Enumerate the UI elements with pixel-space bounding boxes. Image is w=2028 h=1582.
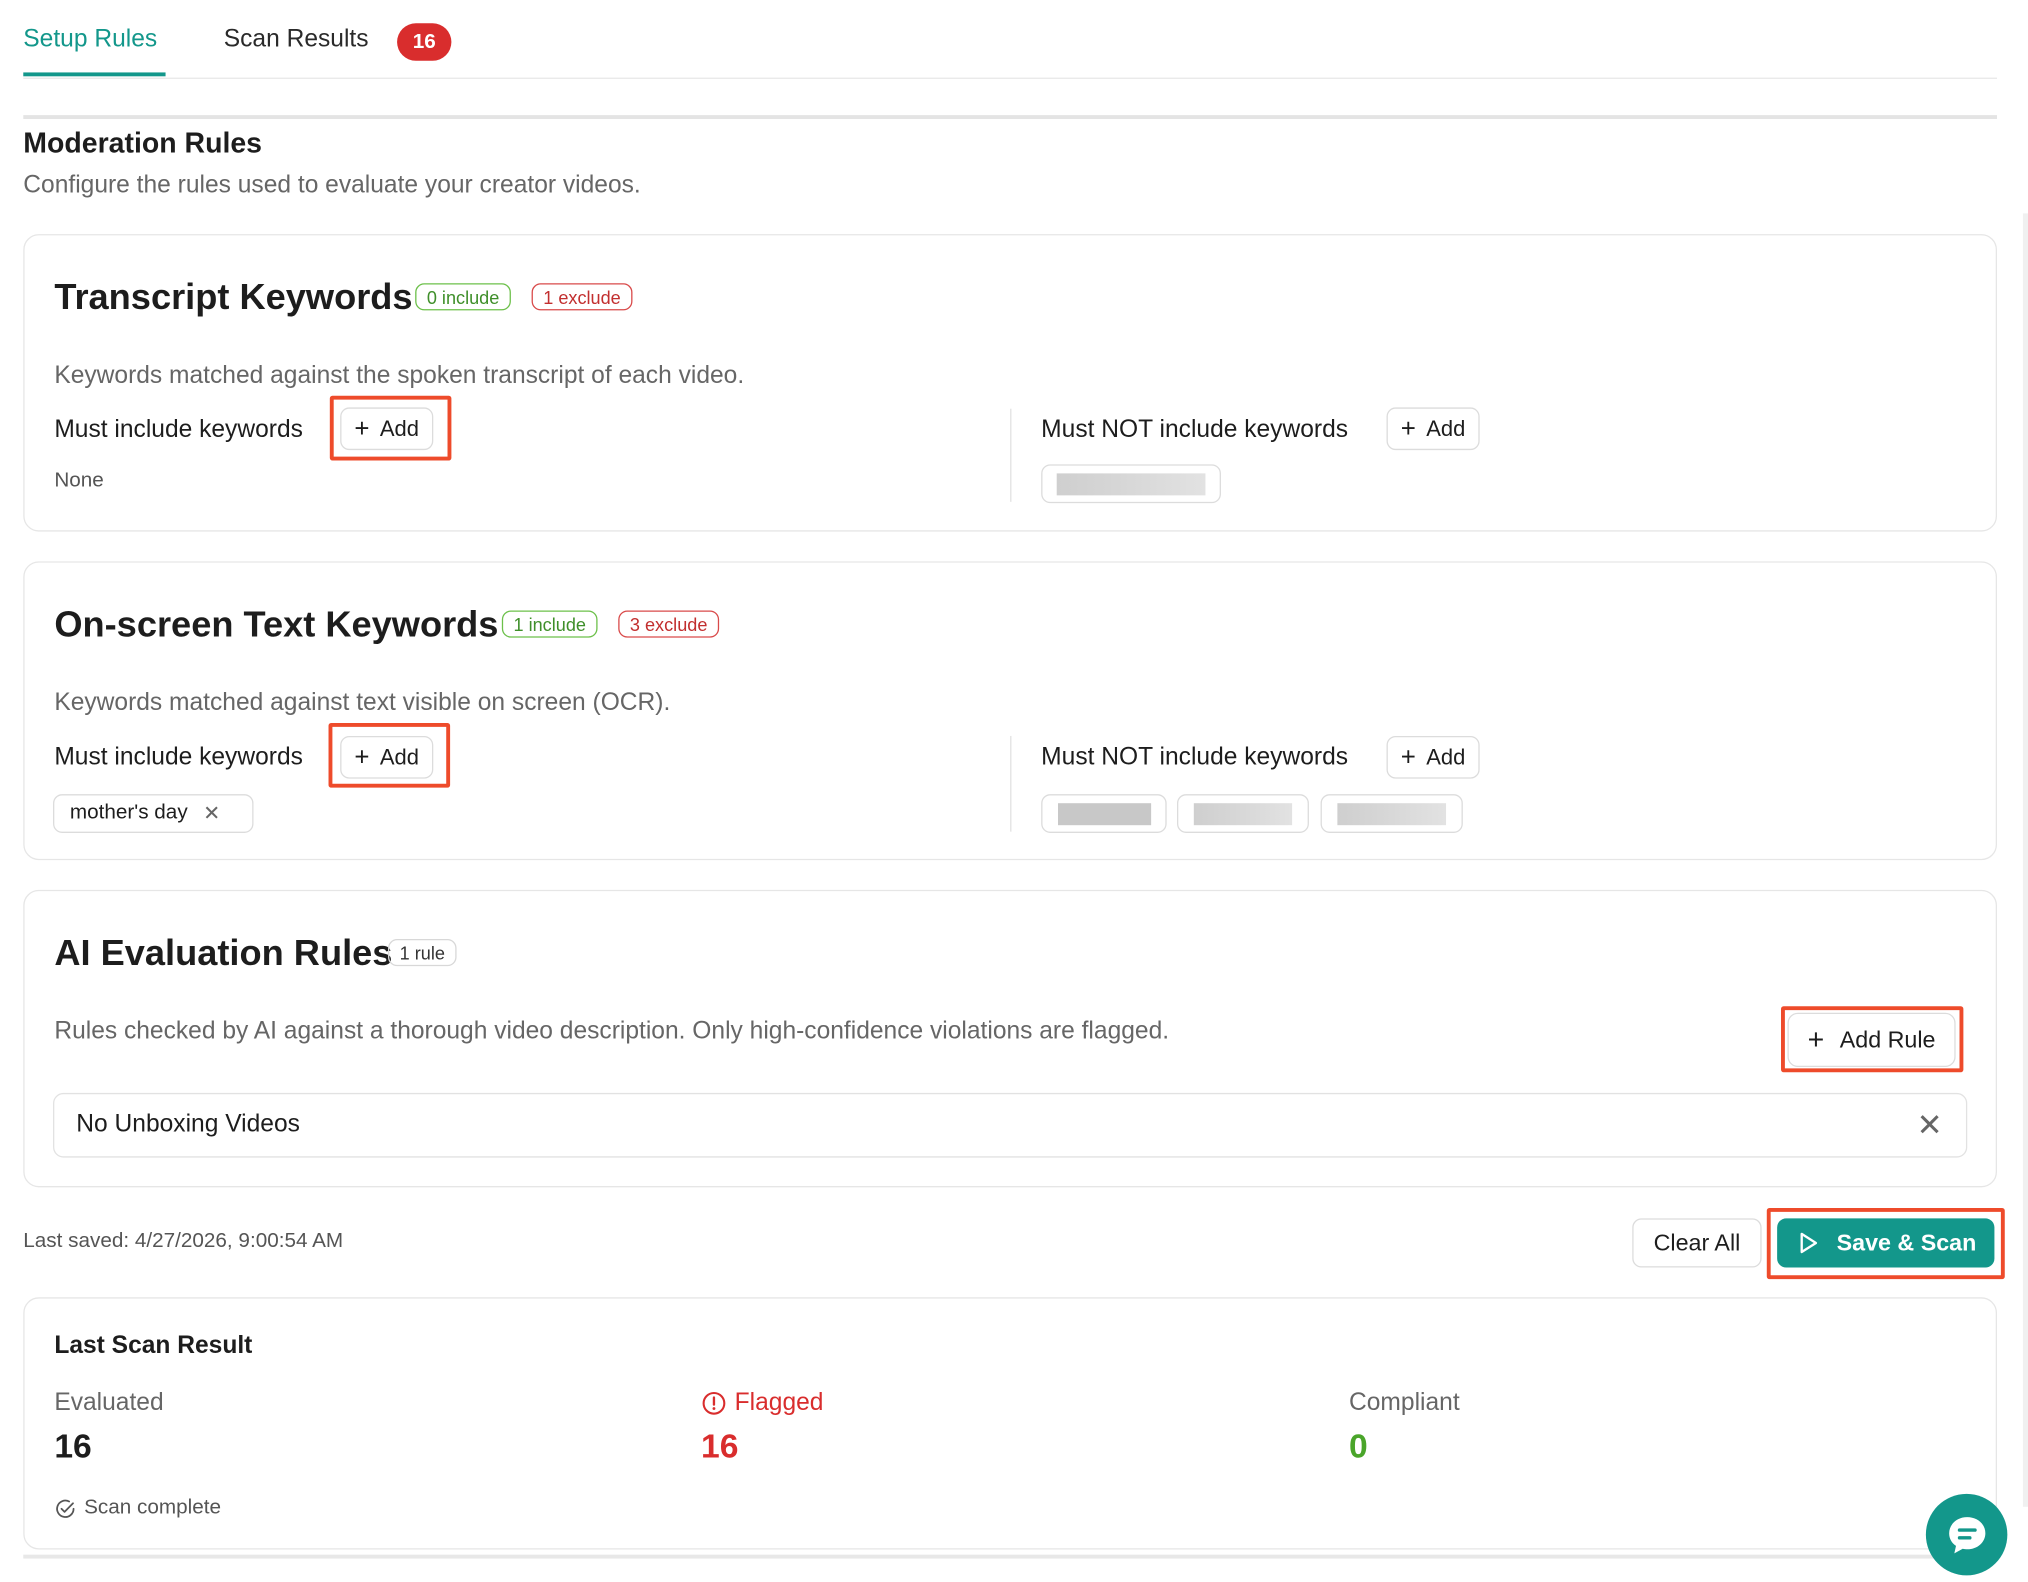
scan-status: Scan complete bbox=[54, 1496, 221, 1519]
ai-rules-title: AI Evaluation Rules bbox=[54, 932, 393, 973]
tab-scan-results[interactable]: Scan Results bbox=[224, 26, 369, 54]
include-count-pill: 1 include bbox=[501, 610, 598, 638]
column-divider bbox=[1010, 735, 1012, 832]
bottom-divider bbox=[23, 1554, 1998, 1559]
last-scan-result-title: Last Scan Result bbox=[54, 1332, 253, 1360]
add-label: Add bbox=[379, 744, 419, 769]
scrollbar-track[interactable] bbox=[2022, 213, 2028, 1507]
compliant-label: Compliant bbox=[1349, 1389, 1460, 1417]
redacted-keyword-chip[interactable] bbox=[1041, 794, 1167, 833]
ai-rule-item: No Unboxing Videos ✕ bbox=[53, 1092, 1968, 1158]
must-not-include-label: Must NOT include keywords bbox=[1041, 416, 1349, 444]
check-circle-icon bbox=[56, 1499, 75, 1518]
redacted-keyword-chip[interactable] bbox=[1320, 794, 1463, 833]
redacted-keyword-chip[interactable] bbox=[1176, 794, 1309, 833]
save-and-scan-label: Save & Scan bbox=[1836, 1229, 1977, 1256]
clear-all-button[interactable]: Clear All bbox=[1632, 1218, 1762, 1268]
redacted-keyword-text bbox=[1057, 802, 1151, 825]
last-saved-timestamp: Last saved: 4/27/2026, 9:00:54 AM bbox=[23, 1230, 344, 1253]
compliant-value: 0 bbox=[1349, 1426, 1368, 1466]
transcript-description: Keywords matched against the spoken tran… bbox=[54, 362, 745, 390]
redacted-keyword-text bbox=[1193, 802, 1293, 825]
ai-rules-description: Rules checked by AI against a thorough v… bbox=[54, 1017, 1170, 1046]
flagged-value: 16 bbox=[701, 1426, 739, 1466]
add-include-keyword-button[interactable]: + Add bbox=[340, 407, 434, 451]
add-exclude-keyword-button[interactable]: + Add bbox=[1386, 735, 1480, 779]
close-icon[interactable]: ✕ bbox=[203, 801, 220, 827]
evaluated-value: 16 bbox=[54, 1426, 92, 1466]
scan-status-text: Scan complete bbox=[84, 1496, 221, 1519]
must-include-label: Must include keywords bbox=[54, 743, 303, 771]
compliant-label-text: Compliant bbox=[1349, 1389, 1460, 1417]
onscreen-description: Keywords matched against text visible on… bbox=[54, 689, 671, 717]
close-icon[interactable]: ✕ bbox=[1917, 1107, 1943, 1145]
ai-rule-text: No Unboxing Videos bbox=[76, 1111, 300, 1139]
page-subtitle: Configure the rules used to evaluate you… bbox=[23, 172, 641, 200]
plus-icon: + bbox=[354, 743, 370, 772]
add-label: Add bbox=[1426, 415, 1466, 441]
keyword-chip: mother's day ✕ bbox=[53, 794, 254, 833]
rule-count-pill: 1 rule bbox=[388, 939, 457, 967]
plus-icon: + bbox=[1807, 1023, 1825, 1056]
ai-evaluation-rules-card: AI Evaluation Rules 1 rule Rules checked… bbox=[23, 889, 1998, 1188]
tab-setup-rules[interactable]: Setup Rules bbox=[23, 26, 157, 54]
no-keywords-text: None bbox=[54, 469, 104, 492]
exclude-count-pill: 1 exclude bbox=[531, 283, 633, 311]
scan-results-count-badge: 16 bbox=[397, 23, 452, 61]
must-not-include-label: Must NOT include keywords bbox=[1041, 743, 1349, 771]
evaluated-label-text: Evaluated bbox=[54, 1389, 164, 1417]
plus-icon: + bbox=[1400, 743, 1416, 772]
redacted-keyword-text bbox=[1337, 802, 1447, 825]
add-label: Add bbox=[379, 415, 419, 441]
must-include-label: Must include keywords bbox=[54, 416, 303, 444]
play-icon bbox=[1800, 1232, 1818, 1254]
onscreen-keywords-title: On-screen Text Keywords bbox=[54, 604, 499, 645]
last-scan-result-card: Last Scan Result Evaluated 16 Flagged 16… bbox=[23, 1297, 1998, 1550]
add-label: Add bbox=[1426, 744, 1466, 769]
flagged-label: Flagged bbox=[701, 1389, 823, 1417]
active-tab-indicator bbox=[23, 72, 166, 77]
chat-bubble-icon bbox=[1948, 1516, 1985, 1553]
include-count-pill: 0 include bbox=[415, 283, 511, 311]
alert-circle-icon bbox=[702, 1391, 726, 1415]
evaluated-label: Evaluated bbox=[54, 1389, 163, 1417]
chat-widget-button[interactable] bbox=[1925, 1493, 2008, 1576]
flagged-label-text: Flagged bbox=[734, 1389, 824, 1417]
plus-icon: + bbox=[354, 414, 370, 443]
tab-bar: Setup Rules Scan Results 16 bbox=[23, 0, 1998, 79]
add-exclude-keyword-button[interactable]: + Add bbox=[1386, 407, 1480, 451]
transcript-keywords-title: Transcript Keywords bbox=[54, 276, 413, 317]
add-rule-label: Add Rule bbox=[1839, 1026, 1936, 1053]
redacted-keyword-chip[interactable] bbox=[1041, 464, 1221, 504]
page: Setup Rules Scan Results 16 Moderation R… bbox=[0, 0, 2028, 1582]
add-include-keyword-button[interactable]: + Add bbox=[340, 735, 434, 779]
add-rule-button[interactable]: + Add Rule bbox=[1787, 1012, 1956, 1068]
save-and-scan-button[interactable]: Save & Scan bbox=[1777, 1218, 1995, 1268]
page-title: Moderation Rules bbox=[23, 126, 263, 160]
keyword-chip-label: mother's day bbox=[69, 801, 188, 824]
exclude-count-pill: 3 exclude bbox=[618, 610, 720, 638]
column-divider bbox=[1010, 408, 1012, 502]
transcript-keywords-card: Transcript Keywords 0 include 1 exclude … bbox=[23, 234, 1998, 532]
onscreen-keywords-card: On-screen Text Keywords 1 include 3 excl… bbox=[23, 561, 1998, 861]
redacted-keyword-text bbox=[1056, 472, 1206, 495]
header-divider bbox=[23, 115, 1998, 119]
plus-icon: + bbox=[1400, 414, 1416, 443]
